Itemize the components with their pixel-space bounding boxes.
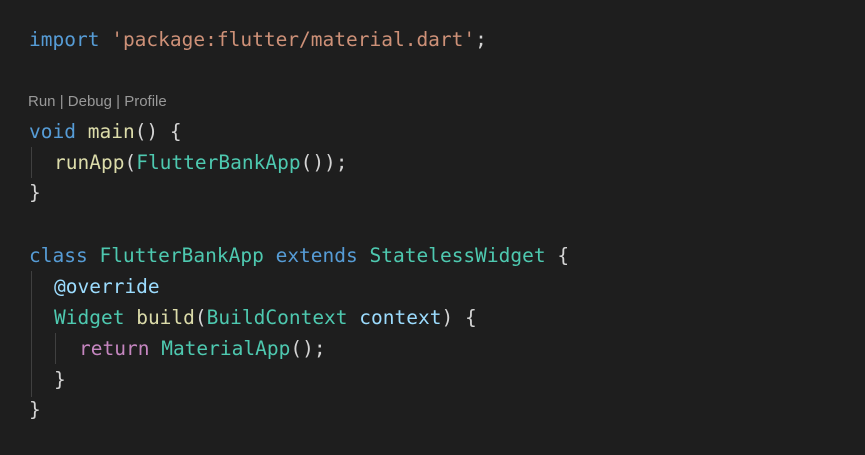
codelens-debug-link[interactable]: Debug [68, 93, 112, 110]
codelens-run-link[interactable]: Run [28, 93, 56, 110]
indent-guide [31, 147, 32, 178]
keyword-extends: extends [275, 244, 358, 267]
type-name: FlutterBankApp [136, 151, 301, 174]
code-line-7: Widget build(BuildContext context) { [54, 302, 477, 333]
codelens-bar: Run | Debug | Profile [28, 90, 167, 114]
code-line-2: void main() { [29, 116, 182, 147]
punctuation: ()); [300, 151, 348, 174]
codelens-profile-link[interactable]: Profile [124, 93, 167, 110]
punctuation: () { [134, 120, 182, 143]
indent-guide [55, 333, 56, 364]
function-name: main [87, 120, 135, 143]
code-line-5: class FlutterBankApp extends StatelessWi… [29, 240, 569, 271]
function-name: runApp [54, 151, 125, 174]
punctuation: ( [124, 151, 137, 174]
code-line-10: } [29, 394, 41, 425]
class-name: FlutterBankApp [99, 244, 264, 267]
type-name: Widget [54, 306, 125, 329]
closing-brace: } [29, 181, 41, 204]
keyword-import: import [29, 28, 100, 51]
code-line-8: return MaterialApp(); [79, 333, 326, 364]
closing-brace: } [29, 398, 41, 421]
punctuation: ) { [441, 306, 477, 329]
closing-brace: } [54, 368, 66, 391]
code-line-9: } [54, 364, 66, 395]
codelens-separator: | [55, 93, 68, 110]
keyword-void: void [29, 120, 76, 143]
superclass-name: StatelessWidget [369, 244, 546, 267]
punctuation: { [545, 244, 570, 267]
code-line-1: import 'package:flutter/material.dart'; [29, 24, 487, 55]
type-name: BuildContext [206, 306, 348, 329]
codelens-separator: | [111, 93, 125, 110]
punctuation: ; [475, 28, 487, 51]
code-editor[interactable]: import 'package:flutter/material.dart'; … [0, 0, 865, 455]
type-name: MaterialApp [161, 337, 291, 360]
keyword-return: return [79, 337, 150, 360]
punctuation: (); [290, 337, 326, 360]
parameter-name: context [359, 306, 442, 329]
code-line-6: @override [54, 271, 160, 302]
string-literal: 'package:flutter/material.dart' [111, 28, 476, 51]
indent-guide [31, 271, 32, 397]
code-line-3: runApp(FlutterBankApp()); [54, 147, 348, 178]
annotation-override: @override [54, 275, 160, 298]
function-name: build [136, 306, 195, 329]
punctuation: ( [194, 306, 207, 329]
keyword-class: class [29, 244, 88, 267]
code-line-4: } [29, 177, 41, 208]
